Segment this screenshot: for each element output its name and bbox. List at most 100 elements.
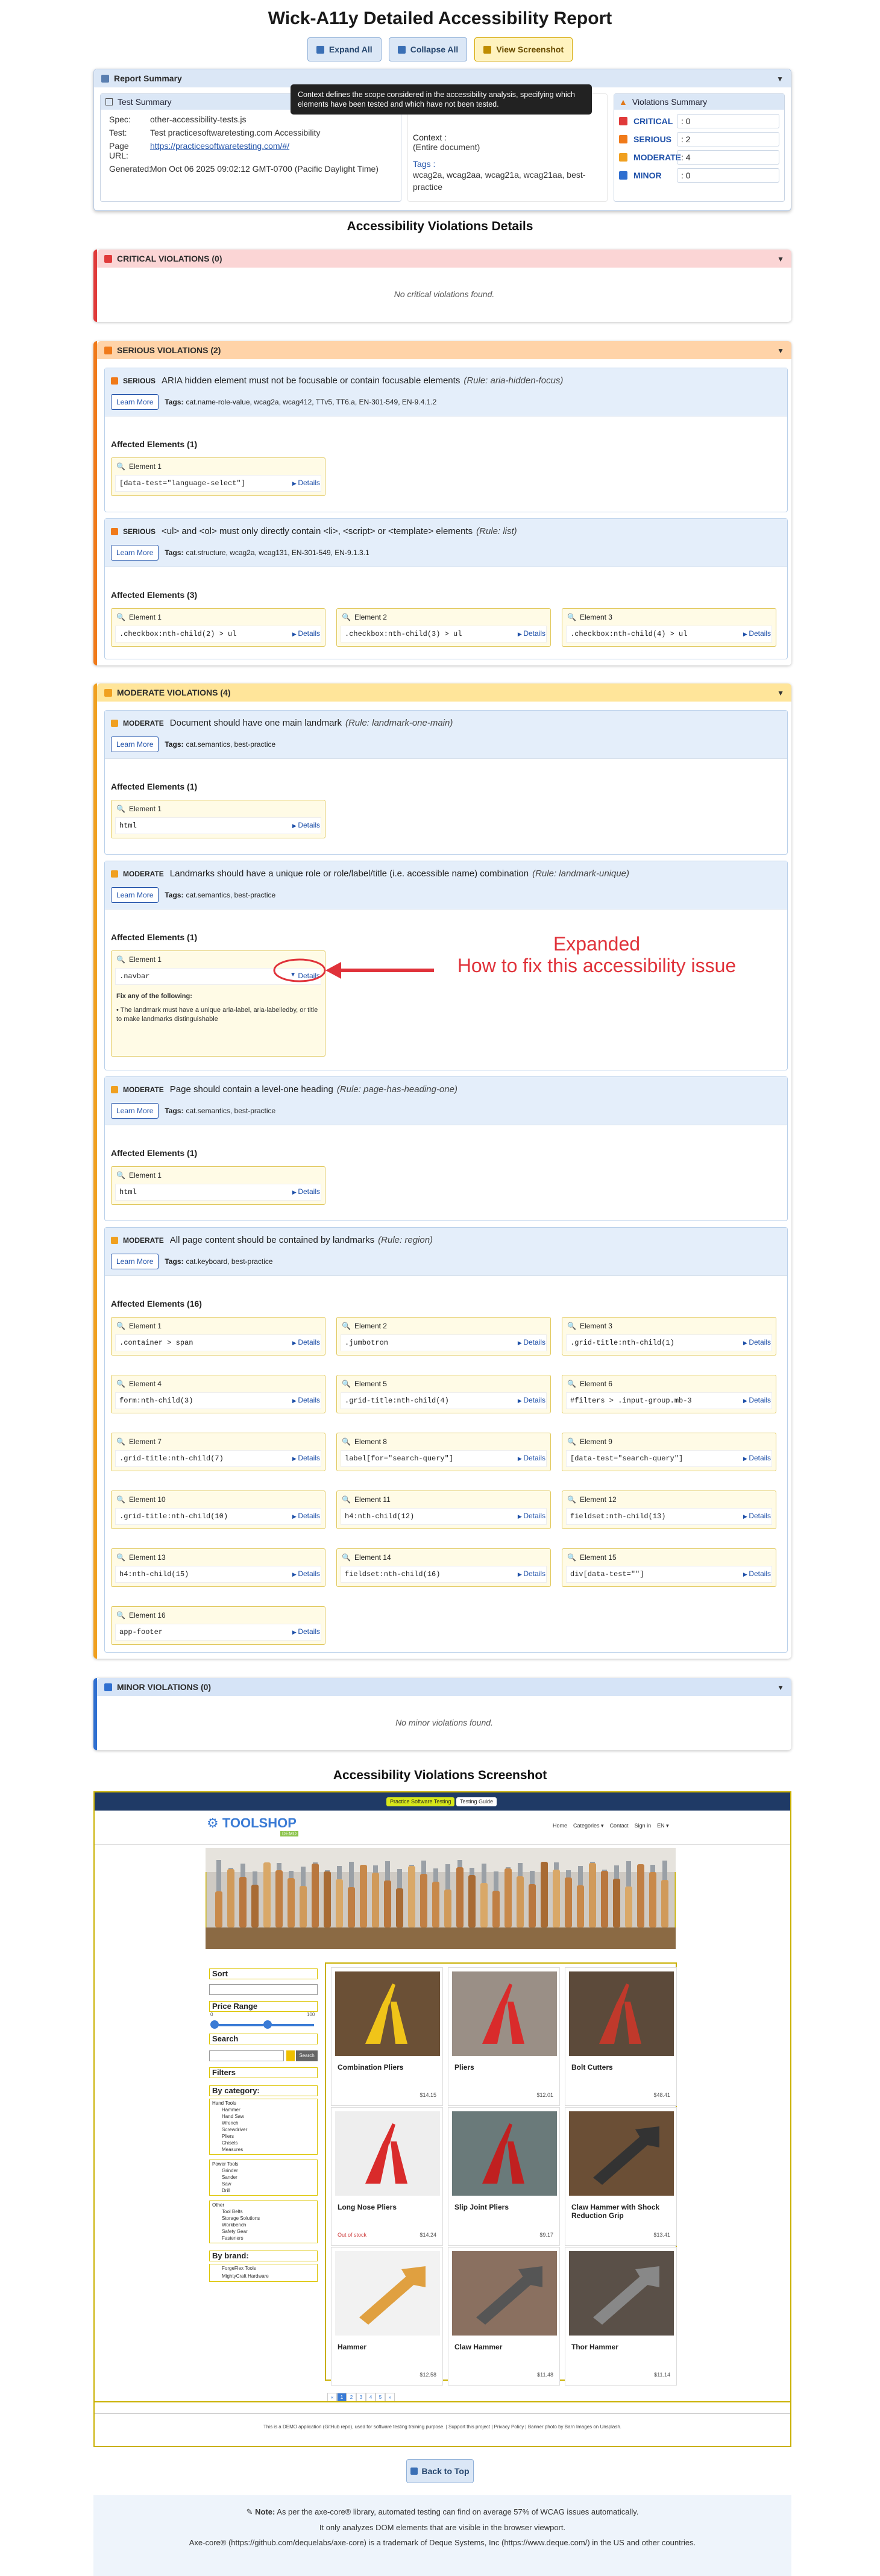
product-card[interactable]: Claw Hammer $11.48 (448, 2247, 560, 2386)
details-toggle[interactable]: Details (518, 1396, 545, 1404)
chevron-down-icon[interactable]: ▼ (777, 689, 784, 697)
details-toggle[interactable]: Details (518, 1454, 545, 1462)
learn-more-button[interactable]: Learn More (111, 737, 159, 752)
details-toggle[interactable]: Details (292, 629, 320, 638)
selector-text: html (119, 821, 137, 830)
learn-more-button[interactable]: Learn More (111, 1254, 159, 1269)
moderate-header[interactable]: MODERATE VIOLATIONS (4) ▼ (97, 683, 791, 702)
product-card[interactable]: Bolt Cutters $48.41 (565, 1967, 677, 2106)
serious-header[interactable]: SERIOUS VIOLATIONS (2) ▼ (97, 341, 791, 359)
shop-nav-item[interactable]: Home (553, 1823, 567, 1829)
price-slider-min-handle[interactable] (210, 2020, 219, 2029)
hero-tool-handle (336, 1879, 343, 1927)
details-toggle[interactable]: Details (518, 1569, 545, 1578)
details-toggle[interactable]: Details (743, 1338, 771, 1346)
affected-element-card: 🔍Element 15 div[data-test=""] Details (562, 1548, 776, 1587)
hero-tool-handle (312, 1864, 319, 1927)
hero-tool-handle (613, 1879, 620, 1927)
details-toggle[interactable]: Details (743, 1512, 771, 1520)
shop-nav-item[interactable]: EN ▾ (657, 1823, 669, 1829)
shop-nav-item[interactable]: Categories ▾ (573, 1823, 604, 1829)
category-checkbox[interactable]: Wrench (222, 2120, 317, 2127)
details-toggle[interactable]: Details (518, 629, 545, 638)
back-to-top-button[interactable]: Back to Top (406, 2459, 474, 2483)
details-toggle[interactable]: Details (292, 479, 320, 487)
page-url-link[interactable]: https://practicesoftwaretesting.com/#/ (150, 141, 289, 160)
product-card[interactable]: Combination Pliers $14.15 (331, 1967, 443, 2106)
details-toggle[interactable]: Details (292, 1627, 320, 1636)
category-checkbox[interactable]: Tool Belts (222, 2209, 317, 2216)
product-name: Thor Hammer (571, 2343, 619, 2351)
learn-more-button[interactable]: Learn More (111, 394, 159, 410)
learn-more-row: Learn More Tags: cat.structure, wcag2a, wc… (111, 545, 781, 561)
chevron-down-icon[interactable]: ▼ (776, 75, 784, 83)
sort-select[interactable] (209, 1984, 318, 1995)
hero-tool-handle (541, 1862, 548, 1927)
price-slider-max-handle[interactable] (263, 2020, 272, 2029)
product-card[interactable]: Pliers $12.01 (448, 1967, 560, 2106)
learn-more-button[interactable]: Learn More (111, 545, 159, 561)
product-card[interactable]: Slip Joint Pliers $9.17 (448, 2107, 560, 2246)
category-checkbox[interactable]: Grinder (222, 2168, 317, 2175)
chevron-down-icon[interactable]: ▼ (777, 1683, 784, 1692)
details-toggle[interactable]: Details (743, 1569, 771, 1578)
details-toggle[interactable]: Details (292, 821, 320, 829)
view-screenshot-button[interactable]: View Screenshot (474, 37, 573, 61)
brand-checkbox[interactable]: ForgeFlex Tools (222, 2266, 317, 2272)
shop-nav-item[interactable]: Contact (610, 1823, 629, 1829)
details-toggle[interactable]: Details (743, 1396, 771, 1404)
details-toggle[interactable]: Details (292, 1569, 320, 1578)
category-checkbox[interactable]: Pliers (222, 2134, 317, 2140)
clear-search-button[interactable] (286, 2050, 295, 2061)
details-toggle[interactable]: Details (518, 1512, 545, 1520)
category-checkbox[interactable]: Screwdriver (222, 2127, 317, 2134)
category-checkbox[interactable]: Saw (222, 2181, 317, 2188)
category-checkbox[interactable]: Chisels (222, 2140, 317, 2147)
category-checkbox[interactable]: Drill (222, 2188, 317, 2194)
details-toggle[interactable]: Details (518, 1338, 545, 1346)
chevron-down-icon[interactable]: ▼ (777, 347, 784, 355)
category-checkbox[interactable]: Hammer (222, 2107, 317, 2114)
category-checkbox[interactable]: Hand Saw (222, 2114, 317, 2120)
affected-element-card: 🔍Element 1 html Details (111, 800, 325, 838)
selector-text: .jumbotron (345, 1339, 389, 1347)
details-toggle[interactable]: Details (292, 1338, 320, 1346)
category-checkbox[interactable]: Measures (222, 2147, 317, 2153)
category-checkbox[interactable]: Workbench (222, 2222, 317, 2229)
category-checkbox[interactable]: Sander (222, 2175, 317, 2181)
collapse-all-button[interactable]: Collapse All (388, 37, 468, 61)
brand-checkbox[interactable]: MightyCraft Hardware (222, 2273, 317, 2280)
magnifier-icon: 🔍 (116, 462, 125, 471)
affected-element-card: 🔍Element 13 h4:nth-child(15) Details (111, 1548, 325, 1587)
shop-nav-item[interactable]: Sign in (635, 1823, 652, 1829)
test-value: Test practicesoftwaretesting.com Accessi… (150, 128, 321, 137)
tags-label[interactable]: Tags : (413, 159, 435, 169)
product-card[interactable]: Thor Hammer $11.14 (565, 2247, 677, 2386)
details-toggle[interactable]: Details (292, 1396, 320, 1404)
details-toggle[interactable]: Details (292, 1187, 320, 1196)
note-line2: It only analyzes DOM elements that are v… (319, 2523, 566, 2532)
details-toggle[interactable]: Details (292, 1454, 320, 1462)
shop-logo[interactable]: ⚙ TOOLSHOP (207, 1815, 297, 1831)
chevron-down-icon[interactable]: ▼ (777, 255, 784, 263)
minor-header[interactable]: MINOR VIOLATIONS (0) ▼ (97, 1678, 791, 1696)
search-input[interactable] (209, 2050, 284, 2061)
details-toggle[interactable]: Details (743, 1454, 771, 1462)
critical-header[interactable]: CRITICAL VIOLATIONS (0) ▼ (97, 250, 791, 268)
learn-more-button[interactable]: Learn More (111, 1103, 159, 1119)
search-button[interactable]: Search (296, 2050, 318, 2061)
product-card[interactable]: Claw Hammer with Shock Reduction Grip $13… (565, 2107, 677, 2246)
context-label[interactable]: Context : (413, 133, 447, 142)
category-checkbox[interactable]: Safety Gear (222, 2229, 317, 2235)
product-card[interactable]: Hammer $12.58 (331, 2247, 443, 2386)
details-toggle[interactable]: Details (292, 1512, 320, 1520)
shop-banner-button[interactable]: Testing Guide (456, 1797, 497, 1806)
learn-more-button[interactable]: Learn More (111, 887, 159, 903)
details-toggle[interactable]: Details (743, 629, 771, 638)
product-card[interactable]: Long Nose Pliers $14.24 Out of stock (331, 2107, 443, 2246)
category-checkbox[interactable]: Fasteners (222, 2235, 317, 2242)
category-checkbox[interactable]: Storage Solutions (222, 2216, 317, 2222)
expand-all-button[interactable]: Expand All (307, 37, 382, 61)
hero-tool-handle (420, 1874, 427, 1927)
magnifier-icon: 🔍 (116, 1611, 125, 1619)
